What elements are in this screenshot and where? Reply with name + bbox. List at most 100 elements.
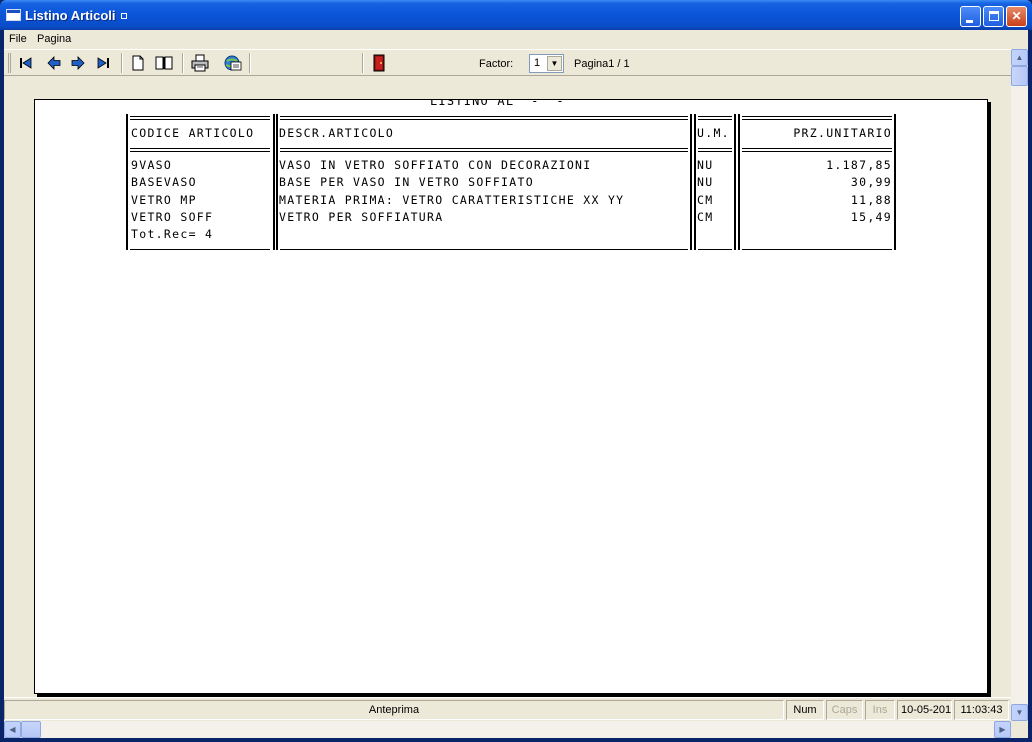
table-rule xyxy=(273,114,275,250)
toolbar: Factor: 1 ▼ Pagina1 / 1 xyxy=(4,49,1011,76)
close-button[interactable]: ✕ xyxy=(1006,6,1027,27)
printer-icon[interactable] xyxy=(190,53,210,73)
cell-unit: CM xyxy=(697,210,714,224)
page-indicator: Pagina1 / 1 xyxy=(574,58,630,70)
table-rule xyxy=(742,119,892,120)
cell-description: VETRO PER SOFFIATURA xyxy=(279,210,444,224)
single-page-icon[interactable] xyxy=(128,53,148,73)
table-rule xyxy=(130,119,270,120)
status-time: 11:03:43 xyxy=(954,700,1009,720)
cell-price: 11,88 xyxy=(850,193,892,207)
status-num: Num xyxy=(786,700,824,720)
factor-value: 1 xyxy=(534,57,541,69)
title-bar[interactable]: Listino Articoli ✕ xyxy=(0,0,1032,30)
table-rule xyxy=(698,119,732,120)
cell-price: 30,99 xyxy=(850,175,892,189)
menu-bar: File Pagina xyxy=(4,30,1028,49)
table-rule xyxy=(280,119,688,120)
status-date: 10-05-2016 xyxy=(897,700,952,720)
column-header-price: PRZ.UNITARIO xyxy=(793,126,892,140)
report-title: LISTINO AL - - xyxy=(430,99,565,108)
table-rule xyxy=(126,114,128,250)
table-rule xyxy=(894,114,896,250)
cell-description: VASO IN VETRO SOFFIATO CON DECORAZIONI xyxy=(279,158,592,172)
table-rule xyxy=(690,114,692,250)
status-main: Anteprima xyxy=(4,700,784,720)
cell-price: 15,49 xyxy=(850,210,892,224)
table-rule xyxy=(276,114,278,250)
table-rule xyxy=(698,116,732,117)
exit-door-icon[interactable] xyxy=(369,53,389,73)
minimize-icon xyxy=(966,20,973,23)
preview-area[interactable]: LISTINO AL - - CODICE ARTICOLO DESCR.ART… xyxy=(4,76,1011,697)
toolbar-separator xyxy=(249,53,251,73)
export-icon[interactable] xyxy=(223,53,243,73)
table-rule xyxy=(698,151,732,152)
scroll-left-icon[interactable]: ◀ xyxy=(4,721,21,738)
table-rule xyxy=(742,116,892,117)
cell-code: VETRO SOFF xyxy=(131,210,214,224)
table-rule xyxy=(130,148,270,149)
previous-page-icon[interactable] xyxy=(44,53,64,73)
toolbar-separator xyxy=(121,53,123,73)
vertical-scrollbar[interactable]: ▲ ▼ xyxy=(1011,49,1028,721)
cell-code: BASEVASO xyxy=(131,175,197,189)
scrollbar-corner xyxy=(1011,721,1028,738)
report-page: LISTINO AL - - CODICE ARTICOLO DESCR.ART… xyxy=(34,99,988,694)
app-window: Listino Articoli ✕ File Pagina Factor: 1… xyxy=(0,0,1032,742)
chevron-down-icon[interactable]: ▼ xyxy=(547,56,562,71)
scroll-down-icon[interactable]: ▼ xyxy=(1011,704,1028,721)
table-rule xyxy=(698,249,732,250)
table-rule xyxy=(698,148,732,149)
report-table: CODICE ARTICOLO DESCR.ARTICOLO U.M. PRZ.… xyxy=(126,114,897,252)
status-bar: Anteprima Num Caps Ins 10-05-2016 11:03:… xyxy=(4,697,1011,721)
window-title: Listino Articoli xyxy=(25,8,127,23)
cell-description: MATERIA PRIMA: VETRO CARATTERISTICHE XX … xyxy=(279,193,625,207)
toolbar-grip[interactable] xyxy=(8,53,11,73)
first-page-icon[interactable] xyxy=(16,53,36,73)
window-title-text: Listino Articoli xyxy=(25,8,116,23)
status-caps: Caps xyxy=(826,700,863,720)
horizontal-scroll-thumb[interactable] xyxy=(21,721,41,738)
menu-pagina[interactable]: Pagina xyxy=(37,33,71,45)
restore-button[interactable] xyxy=(983,6,1004,27)
cell-price: 1.187,85 xyxy=(826,158,892,172)
table-rule xyxy=(734,114,736,250)
toolbar-separator xyxy=(182,53,184,73)
table-rule xyxy=(742,151,892,152)
factor-select[interactable]: 1 ▼ xyxy=(529,54,564,73)
restore-icon xyxy=(989,11,999,21)
table-rule xyxy=(130,116,270,117)
total-records: Tot.Rec= 4 xyxy=(131,227,214,241)
horizontal-scrollbar[interactable]: ◀ ▶ xyxy=(4,721,1011,738)
table-rule xyxy=(130,151,270,152)
menu-file[interactable]: File xyxy=(9,33,27,45)
toolbar-separator xyxy=(362,53,364,73)
column-header-code: CODICE ARTICOLO xyxy=(131,126,255,140)
column-header-description: DESCR.ARTICOLO xyxy=(279,126,395,140)
minimize-button[interactable] xyxy=(960,6,981,27)
factor-label: Factor: xyxy=(479,58,514,70)
table-rule xyxy=(738,114,740,250)
scroll-up-icon[interactable]: ▲ xyxy=(1011,49,1028,66)
two-pages-icon[interactable] xyxy=(154,53,174,73)
table-rule xyxy=(694,114,696,250)
table-rule xyxy=(130,249,270,250)
vertical-scroll-thumb[interactable] xyxy=(1011,66,1028,86)
status-ins: Ins xyxy=(865,700,895,720)
last-page-icon[interactable] xyxy=(94,53,114,73)
cell-unit: NU xyxy=(697,158,714,172)
close-icon: ✕ xyxy=(1011,9,1022,23)
table-rule xyxy=(280,116,688,117)
next-page-icon[interactable] xyxy=(68,53,88,73)
cell-unit: NU xyxy=(697,175,714,189)
table-rule xyxy=(280,151,688,152)
table-rule xyxy=(742,148,892,149)
window-icon[interactable] xyxy=(6,9,21,21)
column-header-unit: U.M. xyxy=(697,126,730,140)
table-rule xyxy=(280,148,688,149)
scroll-right-icon[interactable]: ▶ xyxy=(994,721,1011,738)
table-rule xyxy=(280,249,688,250)
cell-code: VETRO MP xyxy=(131,193,197,207)
table-rule xyxy=(742,249,892,250)
